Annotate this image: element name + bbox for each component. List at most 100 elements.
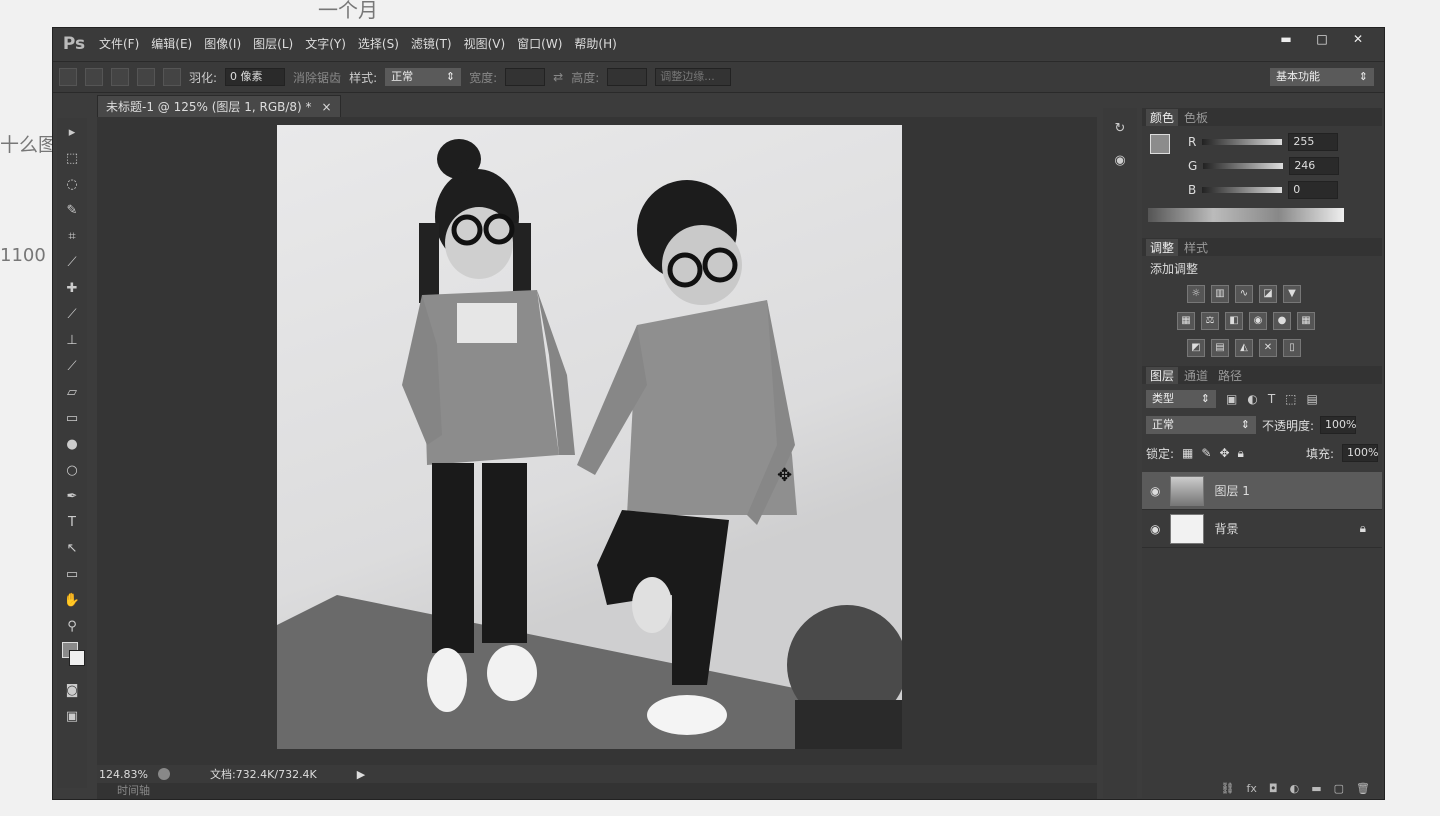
filter-pixel-icon[interactable]: ▣ xyxy=(1226,392,1237,406)
exposure-icon[interactable]: ◪ xyxy=(1259,284,1277,303)
width-input[interactable] xyxy=(505,68,546,86)
menu-edit[interactable]: 编辑(E) xyxy=(145,28,198,60)
new-selection-icon[interactable] xyxy=(85,68,103,86)
color-swatches-icon[interactable] xyxy=(60,640,85,676)
crop-tool-icon[interactable]: ⌗ xyxy=(60,224,84,248)
zoom-tool-icon[interactable]: ⚲ xyxy=(60,614,84,638)
layer-row[interactable]: ◉ 图层 1 xyxy=(1142,472,1382,510)
menu-file[interactable]: 文件(F) xyxy=(93,28,145,60)
new-layer-icon[interactable]: ▢ xyxy=(1334,782,1344,795)
tab-paths[interactable]: 路径 xyxy=(1214,367,1246,384)
layer-filter-select[interactable]: 类型 ⇕ xyxy=(1146,390,1216,408)
channel-r-value[interactable]: 255 xyxy=(1288,133,1339,151)
healing-brush-icon[interactable]: ✚ xyxy=(60,276,84,300)
canvas-area[interactable]: ✥ xyxy=(97,117,1097,765)
blend-mode-select[interactable]: 正常 ⇕ xyxy=(1146,416,1256,434)
subtract-selection-icon[interactable] xyxy=(137,68,155,86)
height-input[interactable] xyxy=(607,68,648,86)
hand-tool-icon[interactable]: ✋ xyxy=(60,588,84,612)
gradient-tool-icon[interactable]: ▭ xyxy=(60,406,84,430)
color-spectrum-ramp[interactable] xyxy=(1148,208,1344,222)
tab-color[interactable]: 颜色 xyxy=(1146,108,1179,126)
channel-g-value[interactable]: 246 xyxy=(1289,157,1340,175)
swap-icon[interactable]: ⇄ xyxy=(553,70,563,84)
layer-name[interactable]: 背景 xyxy=(1214,520,1238,537)
antialias-checkbox[interactable]: 消除锯齿 xyxy=(293,69,341,86)
photo-filter-icon[interactable]: ◉ xyxy=(1249,311,1267,330)
type-tool-icon[interactable]: T xyxy=(60,510,84,534)
tab-layers[interactable]: 图层 xyxy=(1146,366,1179,384)
tab-styles[interactable]: 样式 xyxy=(1180,239,1212,256)
channel-b-slider[interactable] xyxy=(1202,187,1283,193)
new-fill-layer-icon[interactable]: ◐ xyxy=(1290,782,1300,795)
move-tool-icon[interactable]: ▸ xyxy=(60,120,84,144)
dodge-tool-icon[interactable]: ○ xyxy=(60,458,84,482)
history-panel-icon[interactable]: ↻ xyxy=(1108,116,1132,140)
close-button[interactable]: ✕ xyxy=(1342,30,1374,48)
channel-r-slider[interactable] xyxy=(1202,139,1283,145)
style-select[interactable]: 正常 ⇕ xyxy=(385,68,462,86)
curves-icon[interactable]: ∿ xyxy=(1235,284,1253,303)
pen-tool-icon[interactable]: ✒ xyxy=(60,484,84,508)
delete-layer-icon[interactable]: 🗑︎ xyxy=(1356,782,1370,795)
properties-panel-icon[interactable]: ◉ xyxy=(1108,148,1132,172)
visibility-eye-icon[interactable]: ◉ xyxy=(1150,484,1160,498)
tab-adjustments[interactable]: 调整 xyxy=(1146,238,1179,256)
lock-all-icon[interactable]: 🔒︎ xyxy=(1238,446,1244,461)
eraser-tool-icon[interactable]: ▱ xyxy=(60,380,84,404)
path-select-tool-icon[interactable]: ↖ xyxy=(60,536,84,560)
visibility-eye-icon[interactable]: ◉ xyxy=(1150,522,1160,536)
link-layers-icon[interactable]: ⛓ xyxy=(1221,782,1235,795)
menu-view[interactable]: 视图(V) xyxy=(458,28,512,60)
quick-mask-icon[interactable]: ◙ xyxy=(60,678,84,702)
tab-swatches[interactable]: 色板 xyxy=(1180,109,1212,126)
marquee-preset-icon[interactable] xyxy=(59,68,77,86)
new-group-icon[interactable]: ▬ xyxy=(1311,782,1321,795)
lock-pixels-icon[interactable]: ✎ xyxy=(1201,446,1211,460)
filter-adjust-icon[interactable]: ◐ xyxy=(1247,392,1257,406)
minimize-button[interactable]: ▬ xyxy=(1270,30,1302,48)
close-tab-icon[interactable]: × xyxy=(322,100,332,114)
color-lookup-icon[interactable]: ▦ xyxy=(1297,311,1315,330)
selective-color-icon[interactable]: ▯ xyxy=(1283,338,1301,357)
history-brush-icon[interactable]: ⟋ xyxy=(60,354,84,378)
intersect-selection-icon[interactable] xyxy=(163,68,181,86)
threshold-icon[interactable]: ◭ xyxy=(1235,338,1253,357)
screen-mode-icon[interactable]: ▣ xyxy=(60,704,84,728)
filter-shape-icon[interactable]: ⬚ xyxy=(1285,392,1296,406)
channel-mixer-icon[interactable]: ● xyxy=(1273,311,1291,330)
opacity-input[interactable]: 100% xyxy=(1320,416,1357,434)
timeline-bar[interactable]: 时间轴 xyxy=(97,783,1097,799)
black-white-icon[interactable]: ◧ xyxy=(1225,311,1243,330)
filter-type-icon[interactable]: T xyxy=(1268,392,1275,406)
channel-b-value[interactable]: 0 xyxy=(1288,181,1339,199)
levels-icon[interactable]: ▥ xyxy=(1211,284,1229,303)
refine-edge-button[interactable]: 调整边缘... xyxy=(655,68,732,86)
foreground-color-swatch[interactable] xyxy=(1150,134,1170,154)
lasso-tool-icon[interactable]: ◌ xyxy=(60,172,84,196)
menu-image[interactable]: 图像(I) xyxy=(198,28,247,60)
canvas-photo[interactable] xyxy=(277,125,902,749)
menu-help[interactable]: 帮助(H) xyxy=(568,28,622,60)
maximize-button[interactable]: □ xyxy=(1306,30,1338,48)
layer-style-icon[interactable]: fx xyxy=(1247,782,1257,795)
menu-type[interactable]: 文字(Y) xyxy=(299,28,352,60)
marquee-tool-icon[interactable]: ⬚ xyxy=(60,146,84,170)
add-selection-icon[interactable] xyxy=(111,68,129,86)
gradient-map-icon[interactable]: ✕ xyxy=(1259,338,1277,357)
status-menu-arrow-icon[interactable]: ▶ xyxy=(357,768,365,781)
layer-name[interactable]: 图层 1 xyxy=(1214,482,1249,499)
tab-channels[interactable]: 通道 xyxy=(1180,367,1212,384)
lock-transparent-icon[interactable]: ▦ xyxy=(1182,446,1193,460)
menu-filter[interactable]: 滤镜(T) xyxy=(405,28,458,60)
eyedropper-tool-icon[interactable]: ⟋ xyxy=(60,250,84,274)
quick-select-tool-icon[interactable]: ✎ xyxy=(60,198,84,222)
stamp-tool-icon[interactable]: ⊥ xyxy=(60,328,84,352)
vibrance-icon[interactable]: ▼ xyxy=(1283,284,1301,303)
brightness-icon[interactable]: ☼ xyxy=(1187,284,1205,303)
document-tab[interactable]: 未标题-1 @ 125% (图层 1, RGB/8) * × xyxy=(97,95,341,117)
menu-select[interactable]: 选择(S) xyxy=(352,28,405,60)
lock-position-icon[interactable]: ✥ xyxy=(1219,446,1229,460)
add-mask-icon[interactable]: ◘ xyxy=(1269,782,1278,795)
menu-layer[interactable]: 图层(L) xyxy=(247,28,299,60)
